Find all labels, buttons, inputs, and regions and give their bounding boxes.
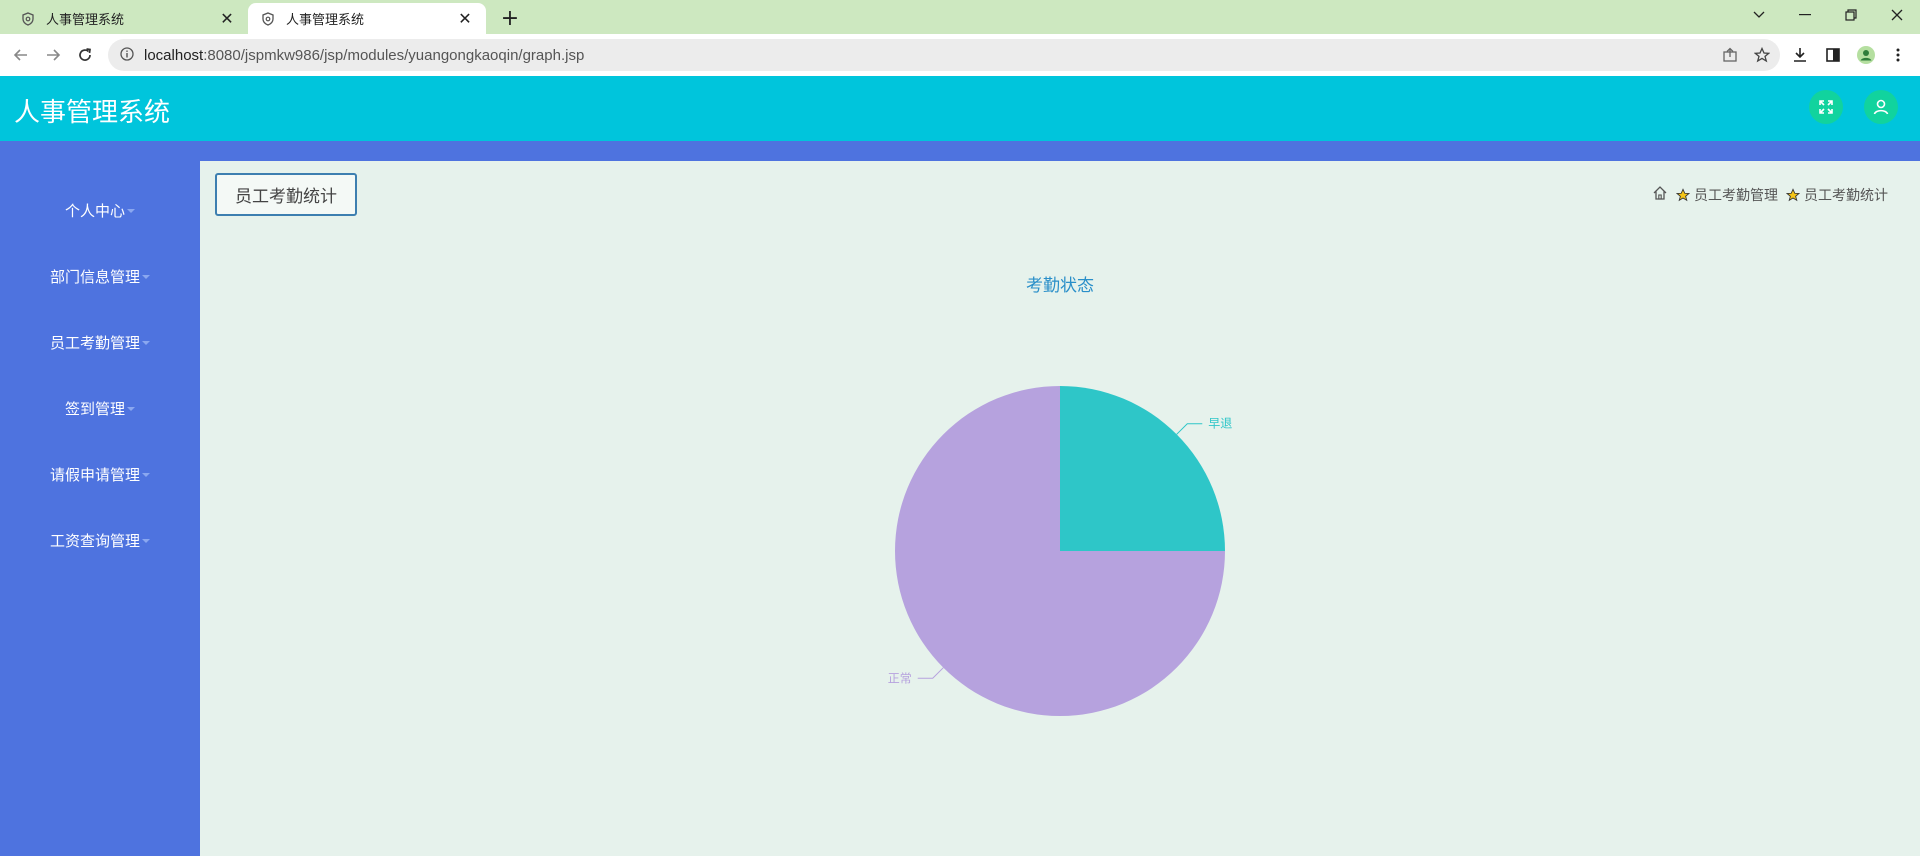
- window-close-icon[interactable]: [1874, 0, 1920, 30]
- minimize-icon[interactable]: [1782, 0, 1828, 30]
- slice-label: 正常: [888, 671, 912, 685]
- bookmark-star-icon[interactable]: [1747, 40, 1777, 70]
- caret-down-icon: [142, 539, 150, 543]
- label-line: [917, 667, 944, 679]
- close-icon[interactable]: ✕: [456, 9, 474, 28]
- sidebar-item-label: 员工考勤管理: [49, 333, 140, 352]
- browser-tab-1[interactable]: 人事管理系统 ✕: [8, 3, 248, 34]
- pie-slice[interactable]: [1060, 386, 1225, 551]
- close-icon[interactable]: ✕: [218, 9, 236, 28]
- caret-down-icon: [142, 473, 150, 477]
- sidebar-item-label: 签到管理: [64, 399, 125, 418]
- address-bar[interactable]: localhost:8080/jspmkw986/jsp/modules/yua…: [108, 39, 1780, 71]
- user-button[interactable]: [1864, 90, 1898, 124]
- url-text: localhost:8080/jspmkw986/jsp/modules/yua…: [144, 46, 585, 64]
- pie-chart: 考勤状态 早退 正常: [200, 161, 1920, 856]
- sidebar-item-department[interactable]: 部门信息管理: [0, 256, 200, 296]
- header-strip: [0, 141, 1920, 161]
- sidebar-item-salary[interactable]: 工资查询管理: [0, 520, 200, 560]
- caret-down-icon: [127, 209, 135, 213]
- main-content: 员工考勤统计 员工考勤管理 员工考勤统计 考勤状态 早退 正常: [200, 161, 1920, 856]
- new-tab-button[interactable]: +: [496, 4, 524, 32]
- fullscreen-icon: [1819, 100, 1833, 114]
- menu-kebab-icon[interactable]: [1883, 40, 1913, 70]
- restore-icon[interactable]: [1828, 0, 1874, 30]
- browser-tab-bar: 人事管理系统 ✕ 人事管理系统 ✕ +: [0, 0, 1920, 34]
- caret-down-icon: [127, 407, 135, 411]
- sidebar-item-label: 个人中心: [64, 201, 125, 220]
- caret-down-icon: [142, 341, 150, 345]
- user-icon: [1873, 99, 1889, 115]
- sidebar-item-personal-center[interactable]: 个人中心: [0, 190, 200, 230]
- profile-icon[interactable]: [1851, 40, 1881, 70]
- app-title: 人事管理系统: [14, 98, 171, 128]
- sidebar-item-signin[interactable]: 签到管理: [0, 388, 200, 428]
- tab-title: 人事管理系统: [286, 13, 365, 28]
- sidebar-item-label: 部门信息管理: [49, 267, 140, 286]
- shield-icon: [20, 11, 36, 27]
- share-icon[interactable]: [1715, 40, 1745, 70]
- forward-icon[interactable]: [38, 40, 68, 70]
- tab-search-icon[interactable]: [1736, 0, 1782, 30]
- label-line: [1176, 423, 1203, 435]
- pie-svg: 早退正常: [888, 386, 1232, 716]
- sidebar-item-label: 工资查询管理: [49, 531, 140, 550]
- app-header: 人事管理系统: [0, 76, 1920, 141]
- tab-title: 人事管理系统: [46, 13, 125, 28]
- sidebar-item-leave[interactable]: 请假申请管理: [0, 454, 200, 494]
- info-icon[interactable]: [120, 46, 134, 65]
- browser-tab-2[interactable]: 人事管理系统 ✕: [248, 3, 486, 34]
- download-icon[interactable]: [1785, 40, 1815, 70]
- caret-down-icon: [142, 275, 150, 279]
- fullscreen-button[interactable]: [1809, 90, 1843, 124]
- slice-label: 早退: [1208, 417, 1232, 431]
- side-panel-icon[interactable]: [1818, 40, 1848, 70]
- sidebar-item-attendance[interactable]: 员工考勤管理: [0, 322, 200, 362]
- back-icon[interactable]: [6, 40, 36, 70]
- shield-icon: [260, 11, 276, 27]
- sidebar-item-label: 请假申请管理: [49, 465, 140, 484]
- reload-icon[interactable]: [70, 40, 100, 70]
- browser-toolbar: localhost:8080/jspmkw986/jsp/modules/yua…: [0, 34, 1920, 76]
- sidebar: 个人中心 部门信息管理 员工考勤管理 签到管理 请假申请管理 工资查询管理: [0, 161, 200, 856]
